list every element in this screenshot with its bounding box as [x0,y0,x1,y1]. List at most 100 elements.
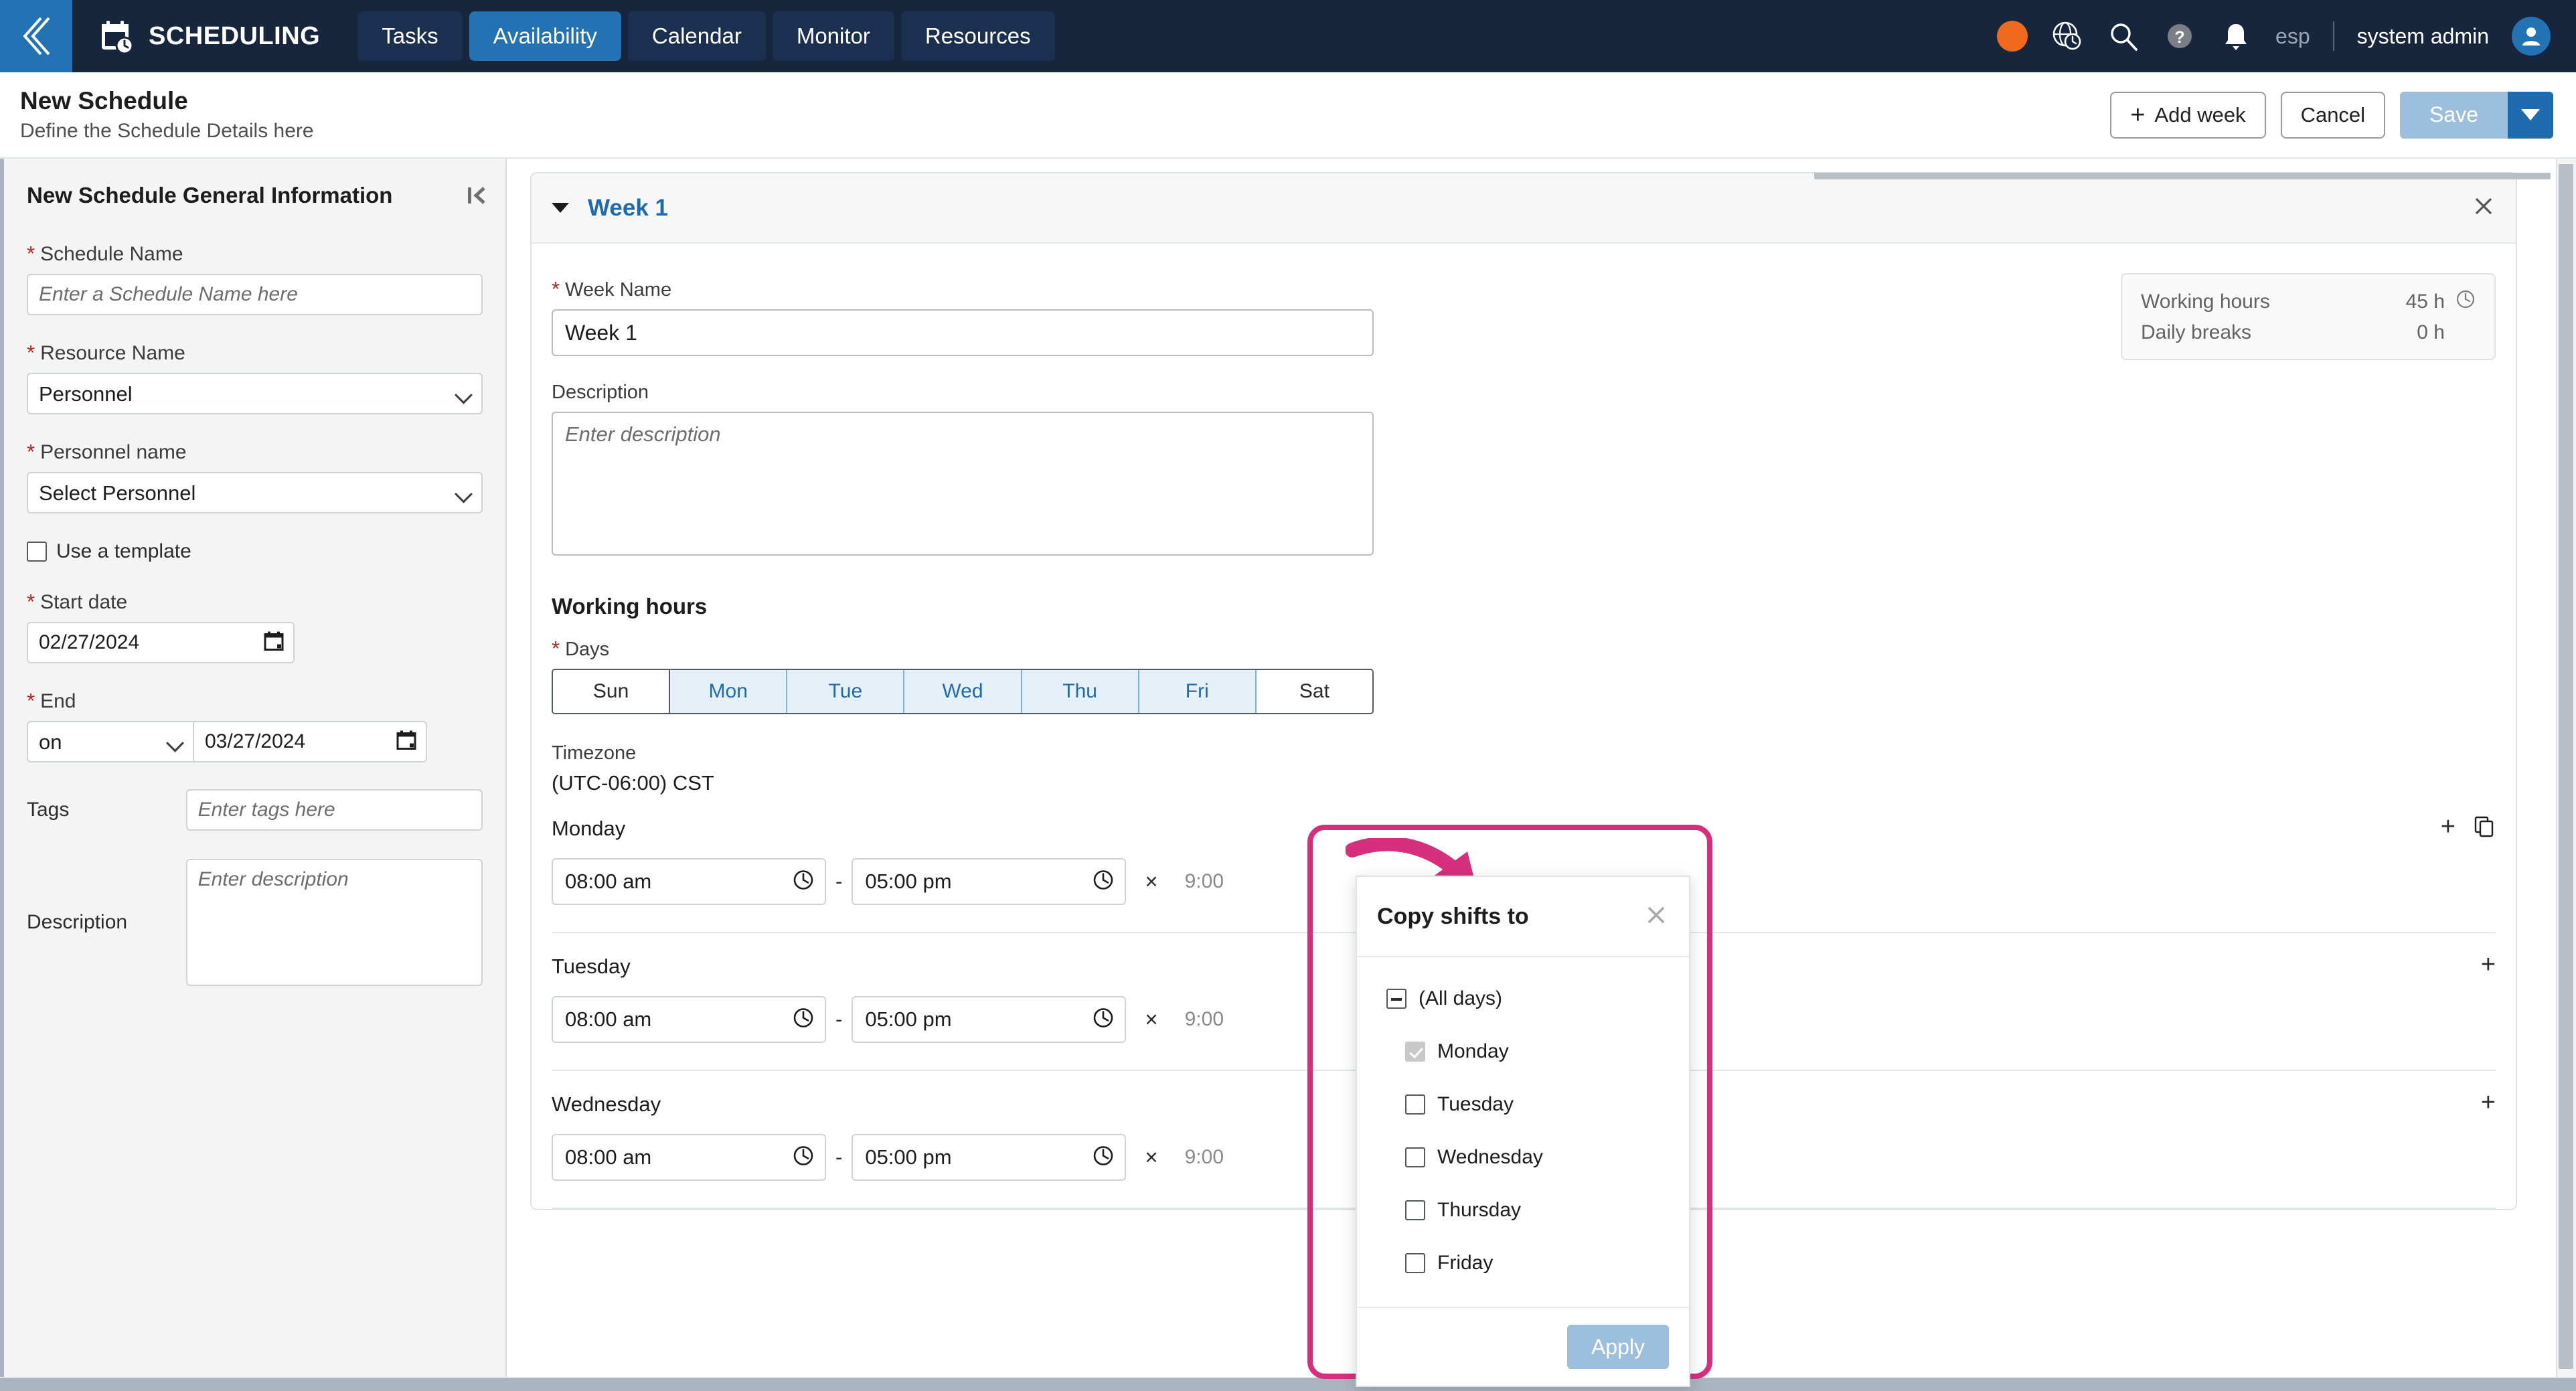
sidebar-description-textarea[interactable] [185,859,483,986]
close-icon[interactable] [2472,194,2496,222]
close-icon[interactable] [1643,902,1669,931]
day-toggle-thu[interactable]: Thu [1022,670,1139,713]
personnel-name-select[interactable]: Select Personnel [27,472,483,513]
day-toggle-sat[interactable]: Sat [1256,670,1372,713]
all-days-checkbox[interactable] [1386,988,1406,1009]
required-marker: * [27,440,35,463]
delete-shift-wednesday[interactable]: × [1145,1145,1157,1170]
apply-button[interactable]: Apply [1566,1325,1669,1369]
required-marker: * [552,637,560,660]
tab-monitor[interactable]: Monitor [772,11,894,61]
day-actions-wednesday: + [2481,1090,2496,1115]
required-marker: * [27,689,35,712]
popup-all-days-row[interactable]: (All days) [1357,972,1689,1025]
add-shift-monday-button[interactable]: + [2441,814,2456,839]
divider [2332,21,2334,51]
search-icon[interactable] [2107,19,2140,53]
day-toggle-sun[interactable]: Sun [553,670,671,713]
day-toggle-tue[interactable]: Tue [787,670,905,713]
page-header-text: New Schedule Define the Schedule Details… [20,87,314,143]
popup-row-friday[interactable]: Friday [1357,1236,1689,1289]
start-time-monday-input[interactable] [552,858,826,905]
add-shift-wednesday-button[interactable]: + [2481,1090,2496,1115]
tab-availability[interactable]: Availability [469,11,621,61]
end-time-wednesday-input[interactable] [852,1134,1127,1181]
end-time-monday-input[interactable] [852,858,1127,905]
globe-clock-icon[interactable] [2050,19,2084,53]
day-toggle-wed[interactable]: Wed [904,670,1022,713]
help-icon[interactable]: ? [2163,19,2196,53]
triangle-down-icon[interactable] [552,203,569,213]
time-separator: - [835,870,843,893]
add-week-button[interactable]: + Add week [2110,91,2266,139]
end-date-wrap [193,721,427,762]
status-indicator-dot[interactable] [1997,21,2028,52]
resource-name-select[interactable]: Personnel [27,373,483,414]
tab-resources[interactable]: Resources [900,11,1055,61]
vertical-scrollbar-thumb[interactable] [2559,164,2573,1369]
panel-header: New Schedule General Information [4,159,505,208]
personnel-name-label: * Personnel name [27,440,187,463]
start-time-monday-wrap [552,858,826,905]
save-button[interactable]: Save [2400,91,2508,139]
cancel-button[interactable]: Cancel [2280,91,2386,139]
days-field: * Days Sun Mon Tue Wed Thu Fri Sat [552,638,2496,714]
end-date-input[interactable] [193,721,427,762]
brand: SCHEDULING [98,17,320,55]
page-header-actions: + Add week Cancel Save [2110,91,2576,139]
timezone-value: (UTC-06:00) CST [552,771,714,795]
monday-label: Monday [1437,1040,1509,1062]
add-week-label: Add week [2154,102,2246,127]
tab-calendar[interactable]: Calendar [627,11,766,61]
end-mode-select-wrap: on [27,721,194,762]
schedule-name-input[interactable] [27,274,483,315]
use-template-checkbox[interactable] [27,542,47,562]
horizontal-scrollbar-thumb[interactable] [1814,173,2551,179]
save-options-button[interactable] [2508,91,2553,139]
delete-shift-monday[interactable]: × [1145,869,1157,894]
copy-icon[interactable] [2473,815,2496,838]
time-separator: - [835,1145,843,1169]
page-title: New Schedule [20,87,188,115]
chevron-down-icon [2521,109,2540,120]
tuesday-checkbox[interactable] [1405,1094,1425,1115]
brand-title: SCHEDULING [149,21,321,50]
end-field: * End on [27,690,483,762]
tab-tasks[interactable]: Tasks [357,11,463,61]
popup-row-wednesday[interactable]: Wednesday [1357,1131,1689,1183]
delete-shift-tuesday[interactable]: × [1145,1007,1157,1032]
wednesday-checkbox[interactable] [1405,1147,1425,1167]
add-shift-tuesday-button[interactable]: + [2481,952,2496,977]
thursday-checkbox[interactable] [1405,1200,1425,1220]
tags-input[interactable] [185,789,483,831]
page-body: New Schedule General Information * Sched… [0,159,2576,1391]
week-header-title[interactable]: Week 1 [588,195,668,222]
shift-duration-wednesday: 9:00 [1184,1146,1224,1168]
start-date-label: * Start date [27,590,128,613]
end-mode-select[interactable]: on [27,721,194,762]
use-template-row: Use a template [27,540,483,563]
user-avatar-icon[interactable] [2512,17,2551,56]
friday-checkbox[interactable] [1405,1252,1425,1273]
monday-checkbox [1405,1041,1425,1062]
collapse-panel-icon[interactable] [465,183,489,208]
start-time-wednesday-input[interactable] [552,1134,826,1181]
popup-row-monday[interactable]: Monday [1357,1025,1689,1078]
notification-bell-icon[interactable] [2219,19,2253,53]
start-date-input[interactable] [27,622,295,663]
day-toggle-group: Sun Mon Tue Wed Thu Fri Sat [552,669,1374,714]
week-description-textarea[interactable] [552,412,1374,556]
popup-row-thursday[interactable]: Thursday [1357,1183,1689,1236]
back-chevron-icon[interactable] [0,0,72,72]
start-time-tuesday-input[interactable] [552,996,826,1043]
page-header: New Schedule Define the Schedule Details… [0,72,2576,159]
day-toggle-mon[interactable]: Mon [670,670,788,713]
username-label: system admin [2356,23,2489,48]
popup-row-tuesday[interactable]: Tuesday [1357,1078,1689,1131]
popup-footer: Apply [1357,1307,1689,1386]
end-time-tuesday-input[interactable] [852,996,1127,1043]
popup-day-list: (All days) Monday Tuesday Wednesday Thur… [1357,957,1689,1307]
day-toggle-fri[interactable]: Fri [1139,670,1257,713]
week-name-input[interactable] [552,309,1374,356]
language-selector[interactable]: esp [2275,24,2310,49]
